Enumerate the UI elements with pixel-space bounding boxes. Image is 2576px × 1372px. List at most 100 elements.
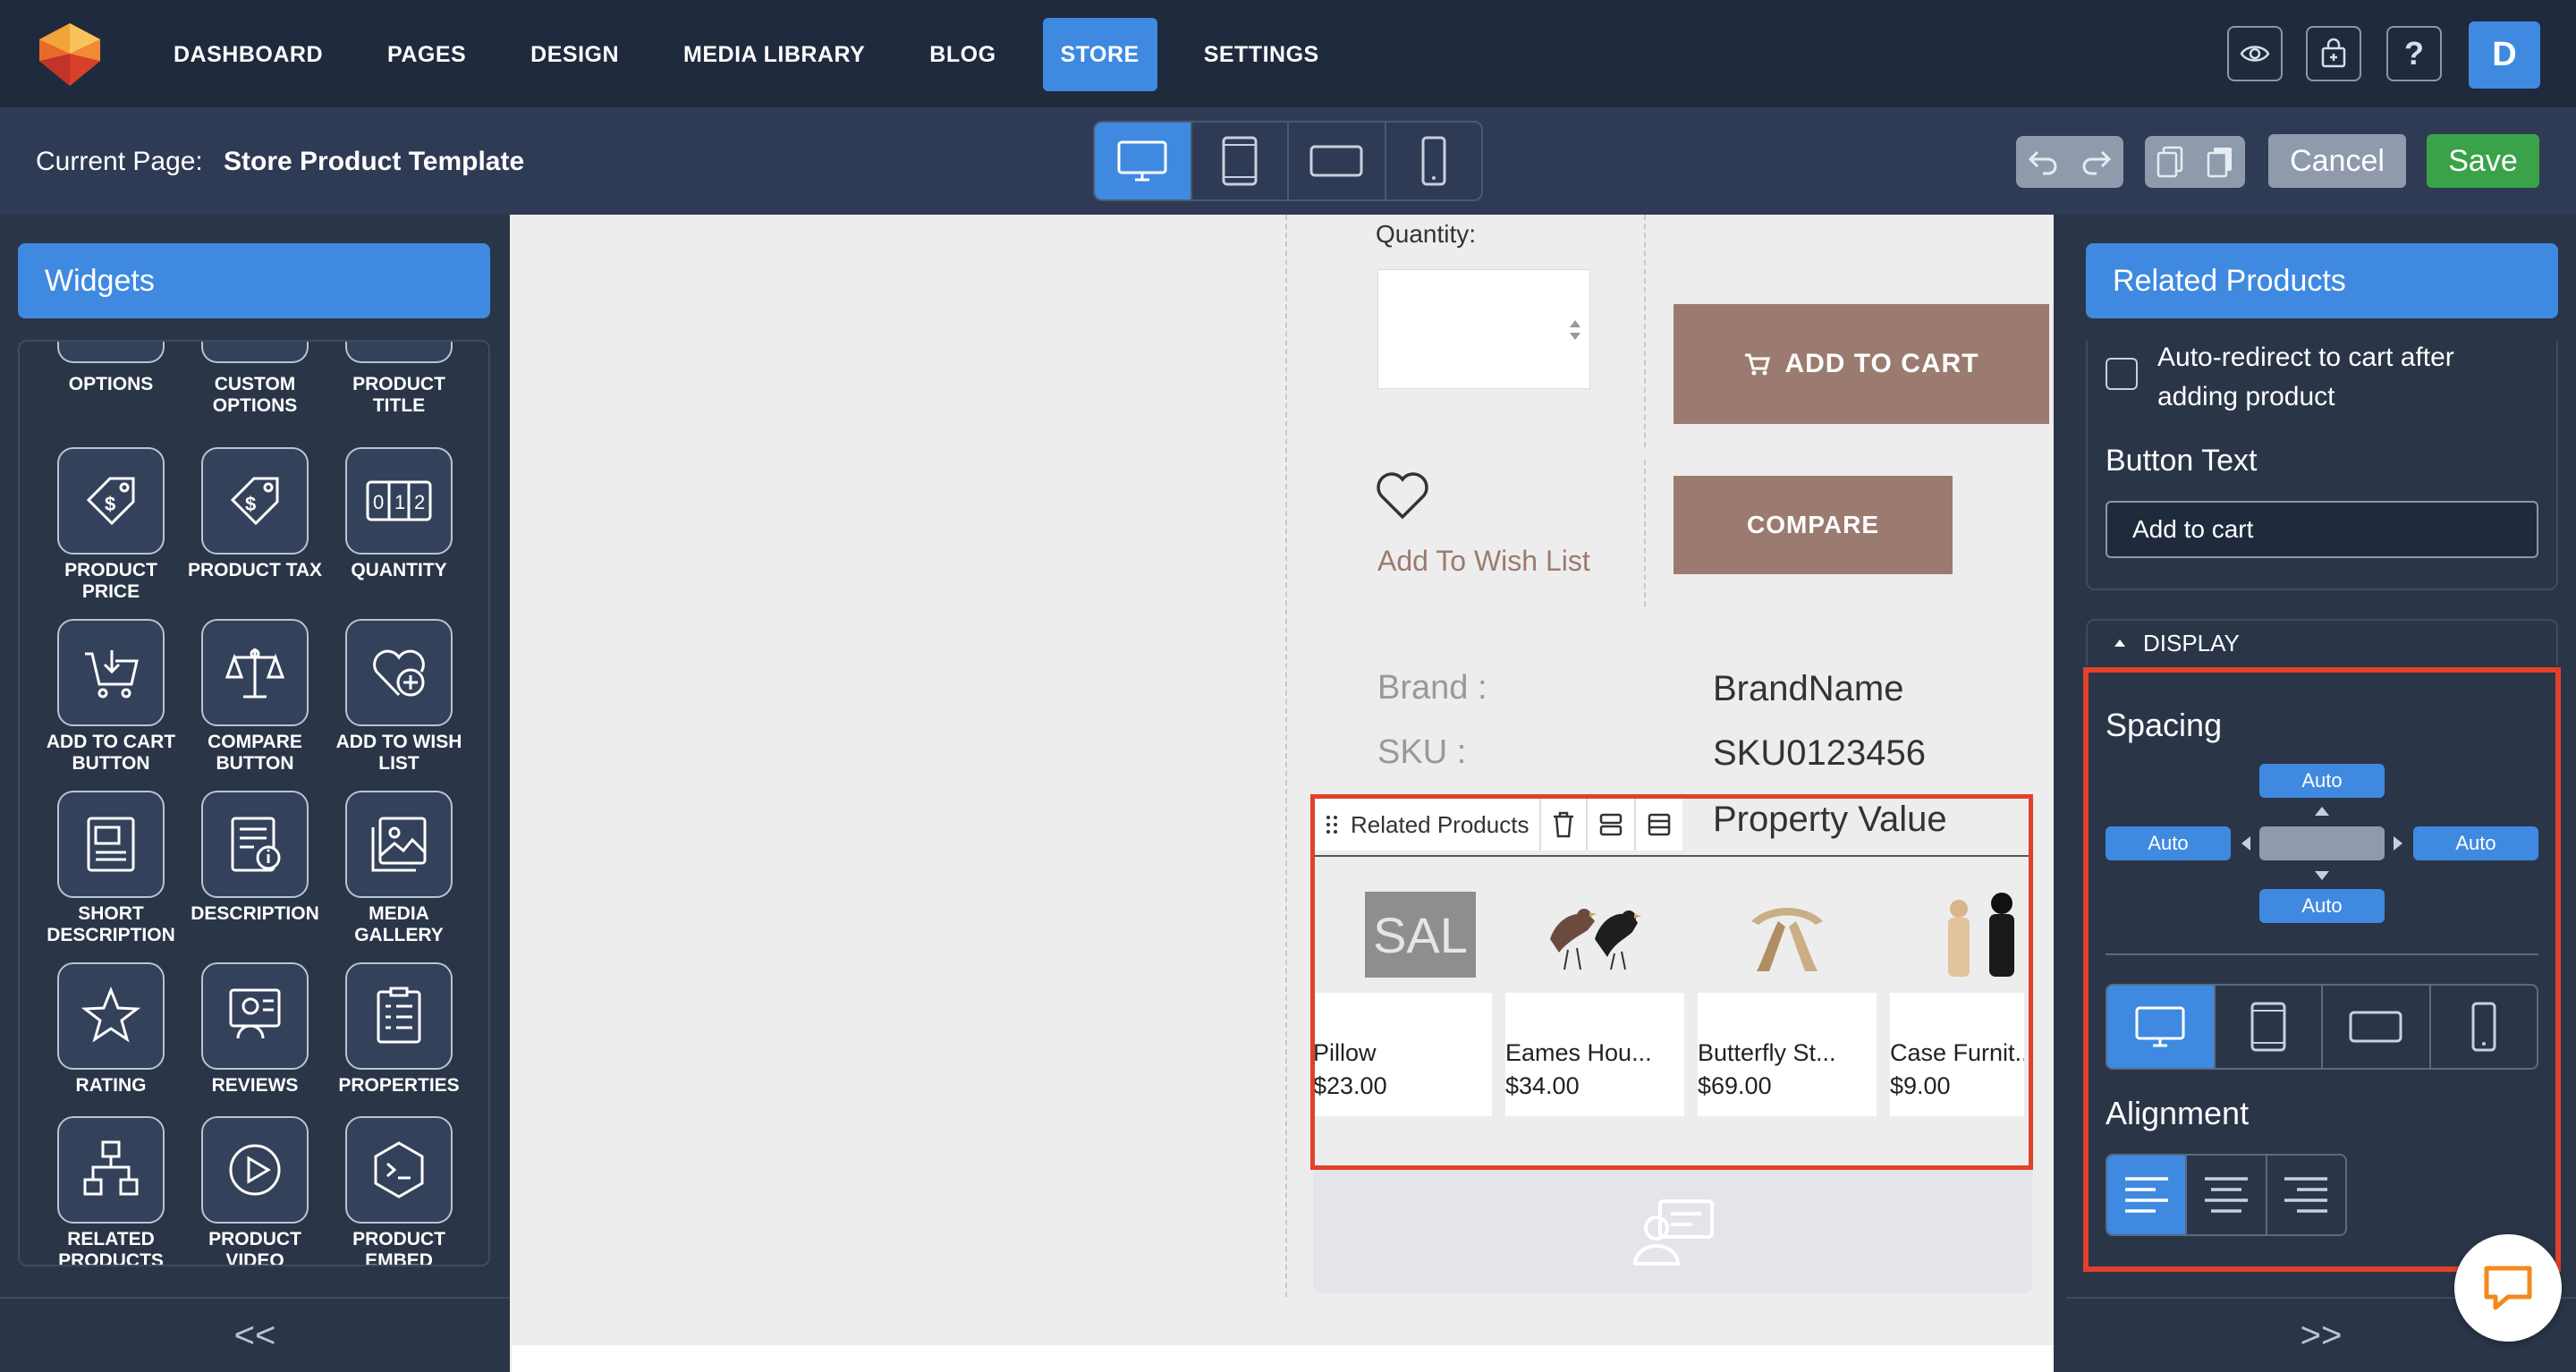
preview-eye-icon[interactable] — [2227, 26, 2283, 81]
widget-options[interactable]: OPTIONS — [39, 368, 182, 395]
widget-label: PRODUCT EMBED — [352, 1229, 445, 1266]
tablet-landscape-icon — [1309, 145, 1363, 177]
desktop-view-button[interactable] — [1095, 123, 1192, 199]
store-bag-icon[interactable] — [2306, 26, 2361, 81]
short-description-icon — [57, 791, 165, 898]
nav-settings[interactable]: SETTINGS — [1186, 18, 1337, 91]
nav-store[interactable]: STORE — [1042, 18, 1157, 91]
user-avatar[interactable]: D — [2469, 21, 2540, 89]
widgets-list: OPTIONS CUSTOM OPTIONS PRODUCT TITLE $ P… — [18, 340, 490, 1266]
widget-label: PROPERTIES — [338, 1075, 460, 1096]
widget-product-tax[interactable]: $ PRODUCT TAX — [183, 447, 326, 581]
property-value-sku: SKU0123456 — [1713, 733, 1926, 773]
help-question-icon[interactable]: ? — [2386, 26, 2442, 81]
app-logo[interactable] — [34, 18, 106, 89]
widget-reviews[interactable]: REVIEWS — [183, 962, 326, 1097]
widget-label: ADD TO CART BUTTON — [46, 732, 176, 774]
quantity-input[interactable] — [1377, 269, 1590, 389]
widget-label: PRODUCT TAX — [187, 560, 323, 580]
current-page-label: Current Page: — [36, 147, 203, 176]
properties-icon — [345, 962, 453, 1070]
widget-label: SHORT DESCRIPTION — [47, 903, 175, 945]
undo-icon — [2028, 150, 2057, 175]
star-icon — [57, 962, 165, 1070]
settings-panel-title: Related Products — [2086, 243, 2558, 318]
support-chat-button[interactable] — [2454, 1234, 2562, 1342]
undo-button[interactable] — [2016, 136, 2070, 188]
svg-text:$: $ — [105, 493, 115, 515]
embed-icon — [345, 1116, 453, 1224]
column-guide — [1285, 215, 1287, 1297]
nav-media-library[interactable]: MEDIA LIBRARY — [665, 18, 883, 91]
widget-label: MEDIA GALLERY — [354, 903, 444, 945]
nav-design[interactable]: DESIGN — [513, 18, 637, 91]
widget-product-title[interactable]: PRODUCT TITLE — [327, 368, 470, 417]
widget-label: DESCRIPTION — [191, 903, 319, 924]
custom-options-widget-icon[interactable] — [201, 342, 309, 363]
button-text-input[interactable] — [2106, 501, 2538, 558]
description-icon — [201, 791, 309, 898]
options-widget-icon[interactable] — [57, 342, 165, 363]
reviews-widget-placeholder[interactable] — [1313, 1170, 2032, 1293]
svg-text:2: 2 — [414, 491, 425, 513]
quantity-label: Quantity: — [1376, 220, 1477, 248]
display-settings-highlight — [2083, 667, 2561, 1272]
copy-button[interactable] — [2145, 136, 2195, 188]
device-preview-switcher — [1093, 121, 1483, 201]
column-guide — [1644, 215, 1646, 447]
copy-icon — [2157, 146, 2183, 178]
add-to-wish-list-link[interactable]: Add To Wish List — [1377, 545, 1590, 578]
collapse-left-panel-button[interactable]: << — [0, 1297, 510, 1372]
button-text-label: Button Text — [2106, 444, 2258, 478]
canvas-scrollbar[interactable] — [2054, 215, 2059, 1372]
widget-properties[interactable]: PROPERTIES — [327, 962, 470, 1097]
tablet-portrait-icon — [1222, 136, 1258, 186]
widget-product-video[interactable]: PRODUCT VIDEO — [183, 1116, 326, 1266]
quantity-counter-icon: 012 — [345, 447, 453, 555]
scale-icon — [201, 619, 309, 726]
save-button[interactable]: Save — [2427, 134, 2539, 188]
widget-add-to-cart-button[interactable]: ADD TO CART BUTTON — [39, 619, 182, 775]
nav-pages[interactable]: PAGES — [369, 18, 484, 91]
video-icon — [201, 1116, 309, 1224]
widget-label: PRODUCT VIDEO — [208, 1229, 301, 1266]
auto-redirect-checkbox[interactable] — [2106, 358, 2138, 390]
tablet-landscape-view-button[interactable] — [1289, 123, 1386, 199]
main-nav: DASHBOARD PAGES DESIGN MEDIA LIBRARY BLO… — [156, 18, 1366, 91]
redo-button[interactable] — [2070, 136, 2123, 188]
add-to-cart-button[interactable]: ADD TO CART — [1674, 304, 2049, 424]
product-title-widget-icon[interactable] — [345, 342, 453, 363]
widget-product-price[interactable]: $ PRODUCT PRICE — [39, 447, 182, 603]
current-page-value: Store Product Template — [224, 147, 525, 176]
widget-product-embed[interactable]: PRODUCT EMBED — [327, 1116, 470, 1266]
tablet-portrait-view-button[interactable] — [1192, 123, 1289, 199]
widget-compare-button[interactable]: COMPARE BUTTON — [183, 619, 326, 775]
widgets-panel: Widgets OPTIONS CUSTOM OPTIONS PRODUCT T… — [0, 215, 510, 1372]
widget-related-products[interactable]: RELATED PRODUCTS — [39, 1116, 182, 1266]
display-section-label: DISPLAY — [2143, 629, 2240, 656]
widget-description[interactable]: DESCRIPTION — [183, 791, 326, 925]
mobile-view-button[interactable] — [1386, 123, 1482, 199]
gallery-icon — [345, 791, 453, 898]
paste-button[interactable] — [2195, 136, 2245, 188]
widget-label: PRODUCT PRICE — [64, 560, 157, 602]
widget-rating[interactable]: RATING — [39, 962, 182, 1097]
wish-list-heart-icon[interactable] — [1374, 470, 1431, 521]
compare-button[interactable]: COMPARE — [1674, 476, 1953, 574]
nav-dashboard[interactable]: DASHBOARD — [156, 18, 341, 91]
property-value-brand: BrandName — [1713, 669, 1904, 708]
widget-add-to-wish-list[interactable]: ADD TO WISH LIST — [327, 619, 470, 775]
widget-media-gallery[interactable]: MEDIA GALLERY — [327, 791, 470, 946]
cancel-button[interactable]: Cancel — [2268, 134, 2406, 188]
price-tag-icon: $ — [57, 447, 165, 555]
widget-label: REVIEWS — [211, 1075, 299, 1096]
widget-quantity[interactable]: 012 QUANTITY — [327, 447, 470, 581]
column-guide — [1644, 460, 1646, 606]
widget-label: RELATED PRODUCTS — [58, 1229, 164, 1266]
nav-blog[interactable]: BLOG — [911, 18, 1013, 91]
display-section-toggle[interactable]: DISPLAY — [2086, 619, 2558, 665]
widget-short-description[interactable]: SHORT DESCRIPTION — [39, 791, 182, 946]
widget-custom-options[interactable]: CUSTOM OPTIONS — [183, 368, 326, 417]
stepper-arrows-icon — [1570, 320, 1580, 340]
top-navigation-bar: DASHBOARD PAGES DESIGN MEDIA LIBRARY BLO… — [0, 0, 2576, 107]
